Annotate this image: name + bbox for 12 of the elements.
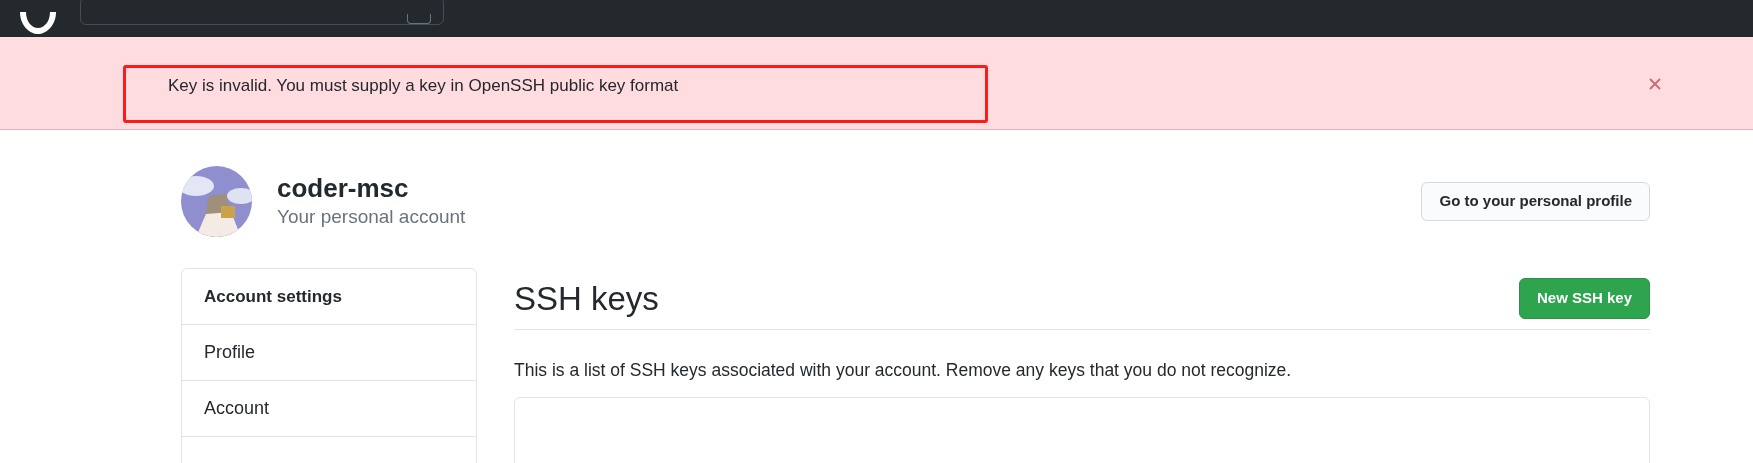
search-field[interactable] [80,0,444,25]
account-name: coder-msc [277,172,410,204]
sidebar-item[interactable]: Profile [182,325,476,381]
shortcut-key-icon [407,14,431,24]
sidebar-heading: Account settings [204,285,342,308]
page-title: SSH keys [514,278,659,319]
sidebar-item[interactable]: Account [182,381,476,437]
account-subtitle: Your personal account [277,205,466,229]
description-text: This is a list of SSH keys associated with your account. Remove any keys that you do not recognize. [514,359,1293,382]
error-message: Key is invalid. You must supply a key in OpenSSH public key format [168,75,680,97]
personal-profile-button[interactable]: Go to your personal profile [1421,181,1650,221]
close-button[interactable] [1647,76,1663,92]
